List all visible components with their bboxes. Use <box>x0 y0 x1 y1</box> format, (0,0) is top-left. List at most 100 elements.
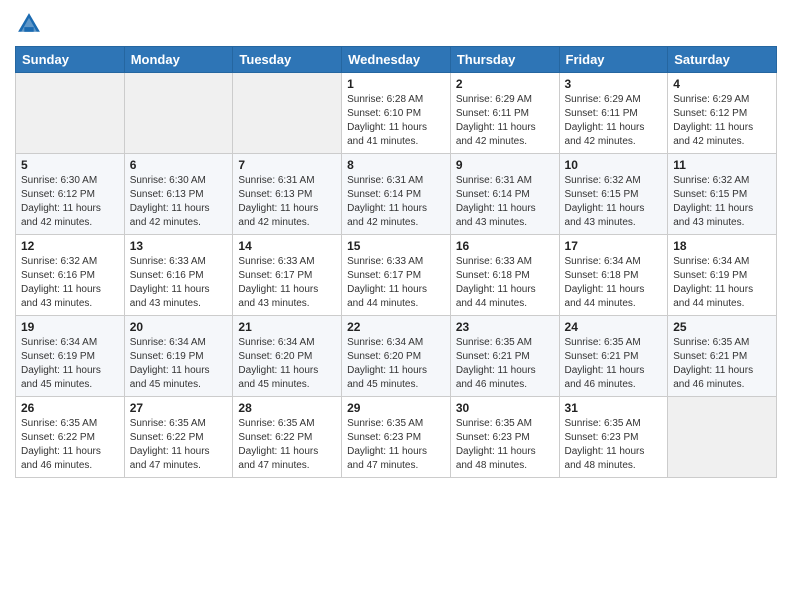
daylight-text: Daylight: 11 hours and 42 minutes. <box>130 202 228 230</box>
sunrise-text: Sunrise: 6:32 AM <box>21 255 119 269</box>
day-info: Sunrise: 6:31 AMSunset: 6:14 PMDaylight:… <box>347 174 445 230</box>
sunset-text: Sunset: 6:13 PM <box>238 188 336 202</box>
day-info: Sunrise: 6:32 AMSunset: 6:15 PMDaylight:… <box>565 174 663 230</box>
col-header-sunday: Sunday <box>16 47 125 73</box>
sunset-text: Sunset: 6:18 PM <box>456 269 554 283</box>
day-number: 12 <box>21 239 119 253</box>
calendar-cell: 9Sunrise: 6:31 AMSunset: 6:14 PMDaylight… <box>450 154 559 235</box>
sunset-text: Sunset: 6:19 PM <box>673 269 771 283</box>
sunrise-text: Sunrise: 6:34 AM <box>673 255 771 269</box>
day-number: 9 <box>456 158 554 172</box>
sunrise-text: Sunrise: 6:35 AM <box>130 417 228 431</box>
daylight-text: Daylight: 11 hours and 42 minutes. <box>21 202 119 230</box>
day-info: Sunrise: 6:35 AMSunset: 6:21 PMDaylight:… <box>673 336 771 392</box>
sunrise-text: Sunrise: 6:35 AM <box>565 417 663 431</box>
sunset-text: Sunset: 6:21 PM <box>673 350 771 364</box>
daylight-text: Daylight: 11 hours and 46 minutes. <box>565 364 663 392</box>
sunset-text: Sunset: 6:15 PM <box>565 188 663 202</box>
calendar-cell: 1Sunrise: 6:28 AMSunset: 6:10 PMDaylight… <box>342 73 451 154</box>
day-number: 27 <box>130 401 228 415</box>
daylight-text: Daylight: 11 hours and 48 minutes. <box>456 445 554 473</box>
sunrise-text: Sunrise: 6:33 AM <box>456 255 554 269</box>
day-number: 30 <box>456 401 554 415</box>
sunset-text: Sunset: 6:17 PM <box>347 269 445 283</box>
sunrise-text: Sunrise: 6:32 AM <box>565 174 663 188</box>
calendar-cell <box>16 73 125 154</box>
sunrise-text: Sunrise: 6:30 AM <box>130 174 228 188</box>
sunset-text: Sunset: 6:20 PM <box>347 350 445 364</box>
sunrise-text: Sunrise: 6:34 AM <box>238 336 336 350</box>
daylight-text: Daylight: 11 hours and 45 minutes. <box>238 364 336 392</box>
day-info: Sunrise: 6:35 AMSunset: 6:21 PMDaylight:… <box>565 336 663 392</box>
sunset-text: Sunset: 6:11 PM <box>565 107 663 121</box>
day-number: 21 <box>238 320 336 334</box>
col-header-monday: Monday <box>124 47 233 73</box>
col-header-friday: Friday <box>559 47 668 73</box>
day-number: 6 <box>130 158 228 172</box>
sunrise-text: Sunrise: 6:35 AM <box>456 336 554 350</box>
sunset-text: Sunset: 6:23 PM <box>565 431 663 445</box>
sunrise-text: Sunrise: 6:33 AM <box>130 255 228 269</box>
daylight-text: Daylight: 11 hours and 43 minutes. <box>565 202 663 230</box>
sunset-text: Sunset: 6:19 PM <box>130 350 228 364</box>
sunrise-text: Sunrise: 6:29 AM <box>673 93 771 107</box>
day-info: Sunrise: 6:33 AMSunset: 6:16 PMDaylight:… <box>130 255 228 311</box>
calendar-cell: 21 Sunrise: 6:34 AMSunset: 6:20 PMDayligh… <box>233 316 342 397</box>
sunset-text: Sunset: 6:14 PM <box>347 188 445 202</box>
day-info: Sunrise: 6:32 AMSunset: 6:15 PMDaylight:… <box>673 174 771 230</box>
day-info: Sunrise: 6:31 AMSunset: 6:13 PMDaylight:… <box>238 174 336 230</box>
daylight-text: Daylight: 11 hours and 42 minutes. <box>238 202 336 230</box>
calendar-cell: 12Sunrise: 6:32 AMSunset: 6:16 PMDayligh… <box>16 235 125 316</box>
logo <box>15 10 47 38</box>
sunrise-text: Sunrise: 6:35 AM <box>673 336 771 350</box>
day-number: 2 <box>456 77 554 91</box>
calendar-cell: 17Sunrise: 6:34 AMSunset: 6:18 PMDayligh… <box>559 235 668 316</box>
day-number: 19 <box>21 320 119 334</box>
day-info: Sunrise: 6:35 AMSunset: 6:23 PMDaylight:… <box>565 417 663 473</box>
calendar-cell: 10Sunrise: 6:32 AMSunset: 6:15 PMDayligh… <box>559 154 668 235</box>
day-info: Sunrise: 6:34 AMSunset: 6:19 PMDaylight:… <box>21 336 119 392</box>
daylight-text: Daylight: 11 hours and 41 minutes. <box>347 121 445 149</box>
calendar-cell: 11Sunrise: 6:32 AMSunset: 6:15 PMDayligh… <box>668 154 777 235</box>
daylight-text: Daylight: 11 hours and 45 minutes. <box>130 364 228 392</box>
sunrise-text: Sunrise: 6:35 AM <box>238 417 336 431</box>
day-info: Sunrise: 6:34 AMSunset: 6:20 PMDaylight:… <box>347 336 445 392</box>
sunset-text: Sunset: 6:23 PM <box>347 431 445 445</box>
sunrise-text: Sunrise: 6:34 AM <box>21 336 119 350</box>
daylight-text: Daylight: 11 hours and 47 minutes. <box>238 445 336 473</box>
calendar-cell: 7Sunrise: 6:31 AMSunset: 6:13 PMDaylight… <box>233 154 342 235</box>
calendar-cell: 3Sunrise: 6:29 AMSunset: 6:11 PMDaylight… <box>559 73 668 154</box>
calendar-cell: 2Sunrise: 6:29 AMSunset: 6:11 PMDaylight… <box>450 73 559 154</box>
sunrise-text: Sunrise: 6:35 AM <box>21 417 119 431</box>
daylight-text: Daylight: 11 hours and 44 minutes. <box>565 283 663 311</box>
sunset-text: Sunset: 6:20 PM <box>238 350 336 364</box>
calendar-cell: 26Sunrise: 6:35 AMSunset: 6:22 PMDayligh… <box>16 397 125 478</box>
daylight-text: Daylight: 11 hours and 43 minutes. <box>673 202 771 230</box>
calendar-cell: 18Sunrise: 6:34 AMSunset: 6:19 PMDayligh… <box>668 235 777 316</box>
calendar-cell: 8 Sunrise: 6:31 AMSunset: 6:14 PMDaylight… <box>342 154 451 235</box>
calendar-cell: 31 Sunrise: 6:35 AMSunset: 6:23 PMDayligh… <box>559 397 668 478</box>
calendar-cell: 15Sunrise: 6:33 AMSunset: 6:17 PMDayligh… <box>342 235 451 316</box>
calendar-cell: 22Sunrise: 6:34 AMSunset: 6:20 PMDayligh… <box>342 316 451 397</box>
day-number: 31 <box>565 401 663 415</box>
day-number: 8 <box>347 158 445 172</box>
calendar-cell: 19 Sunrise: 6:34 AMSunset: 6:19 PMDayligh… <box>16 316 125 397</box>
col-header-tuesday: Tuesday <box>233 47 342 73</box>
calendar-week-row: 5Sunrise: 6:30 AMSunset: 6:12 PMDaylight… <box>16 154 777 235</box>
day-info: Sunrise: 6:33 AMSunset: 6:17 PMDaylight:… <box>238 255 336 311</box>
sunset-text: Sunset: 6:22 PM <box>238 431 336 445</box>
daylight-text: Daylight: 11 hours and 46 minutes. <box>21 445 119 473</box>
sunset-text: Sunset: 6:15 PM <box>673 188 771 202</box>
sunrise-text: Sunrise: 6:33 AM <box>238 255 336 269</box>
day-info: Sunrise: 6:35 AMSunset: 6:21 PMDaylight:… <box>456 336 554 392</box>
calendar-week-row: 19Sunrise: 6:34 AMSunset: 6:19 PMDayligh… <box>16 316 777 397</box>
calendar-week-row: 12Sunrise: 6:32 AMSunset: 6:16 PMDayligh… <box>16 235 777 316</box>
col-header-thursday: Thursday <box>450 47 559 73</box>
sunset-text: Sunset: 6:12 PM <box>673 107 771 121</box>
sunrise-text: Sunrise: 6:28 AM <box>347 93 445 107</box>
sunset-text: Sunset: 6:21 PM <box>565 350 663 364</box>
day-info: Sunrise: 6:29 AMSunset: 6:12 PMDaylight:… <box>673 93 771 149</box>
sunrise-text: Sunrise: 6:35 AM <box>456 417 554 431</box>
daylight-text: Daylight: 11 hours and 44 minutes. <box>456 283 554 311</box>
daylight-text: Daylight: 11 hours and 42 minutes. <box>347 202 445 230</box>
